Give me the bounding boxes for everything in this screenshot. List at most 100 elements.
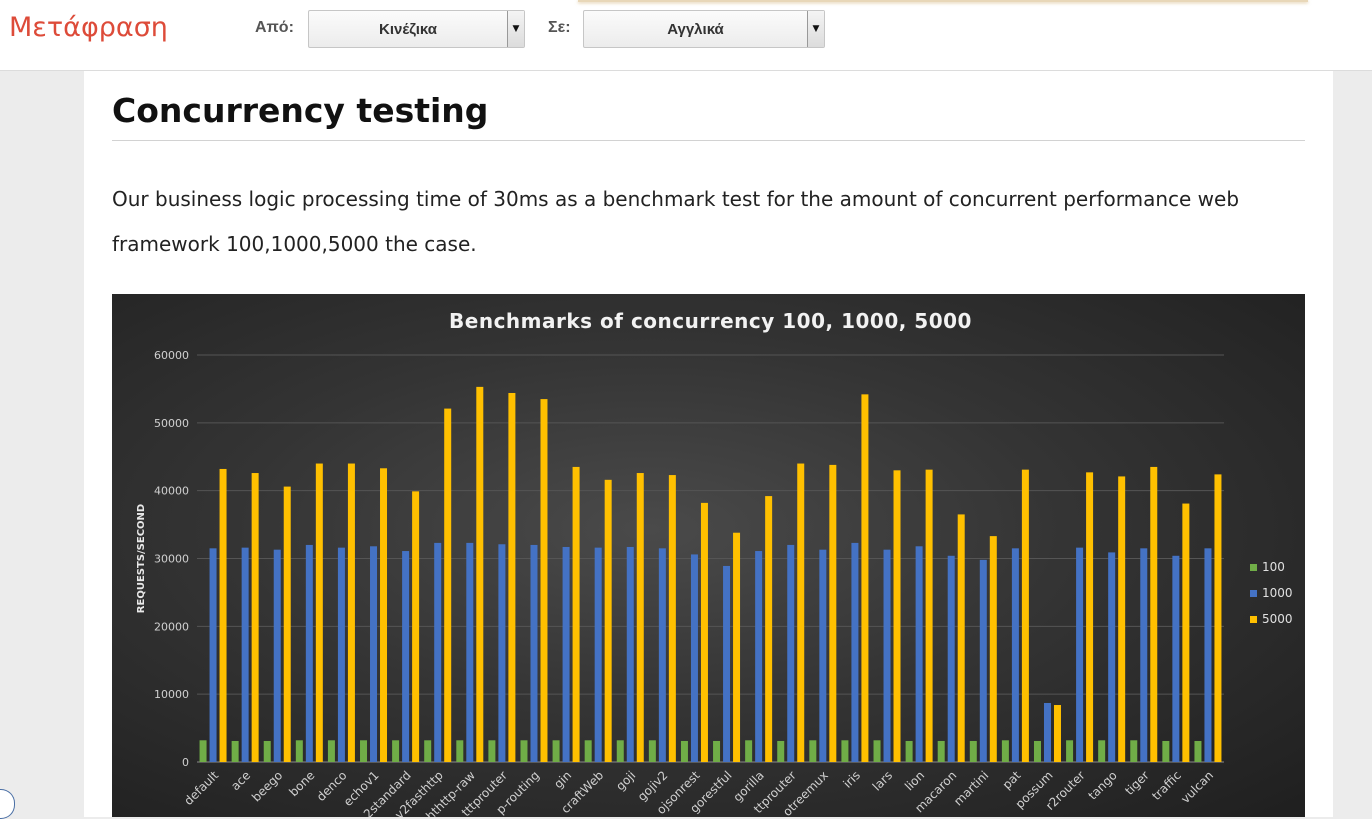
article-paragraph: Our business logic processing time of 30… [112, 187, 1240, 256]
chart-title: Benchmarks of concurrency 100, 1000, 500… [449, 309, 972, 333]
bar-100-lars [873, 740, 881, 762]
bar-5000-httptreemux [829, 464, 837, 762]
x-tick-label: bone [286, 768, 317, 799]
bar-1000-martini [979, 559, 987, 762]
bar-100-vulcan [1194, 740, 1202, 762]
legend-label: 100 [1262, 560, 1285, 574]
bar-100-traffic [1162, 740, 1170, 762]
bar-100-gojsonrest [680, 740, 688, 762]
bar-5000-possum [1053, 705, 1061, 762]
legend-swatch-1000 [1250, 590, 1257, 597]
bar-1000-gojsonrest [690, 554, 698, 762]
bar-1000-echov2fasthttp [434, 542, 442, 762]
bar-5000-r2router [1086, 472, 1094, 762]
bar-100-bone [295, 740, 303, 762]
bar-100-fasthttprouter [488, 740, 496, 762]
y-tick-label: 10000 [154, 688, 189, 701]
bar-100-echov2fasthttp [424, 740, 432, 762]
bar-100-pat [1001, 740, 1009, 762]
bar-100-martini [969, 740, 977, 762]
bar-5000-macaron [957, 514, 965, 762]
y-tick-label: 0 [182, 756, 189, 769]
bar-5000-lars [893, 470, 901, 762]
bar-1000-fasthttp-routing [530, 544, 538, 762]
x-tick-label: ace [228, 768, 253, 793]
bar-1000-echov2standard [402, 551, 410, 762]
article-content: Concurrency testing Our business logic p… [84, 71, 1333, 817]
bar-5000-ace [251, 473, 259, 762]
bar-5000-lion [925, 469, 933, 762]
bar-1000-beego [273, 549, 281, 762]
bar-100-httprouter [777, 740, 785, 762]
bar-5000-vulcan [1214, 474, 1222, 762]
side-handle[interactable] [0, 789, 15, 819]
chart-canvas: Benchmarks of concurrency 100, 1000, 500… [136, 309, 1293, 817]
bar-100-httptreemux [809, 740, 817, 762]
bar-5000-bone [315, 463, 323, 762]
bar-5000-traffic [1182, 503, 1190, 762]
y-axis-label: REQUESTS/SECOND [136, 504, 147, 613]
x-tick-label: default [181, 768, 221, 808]
bar-5000-martini [989, 536, 997, 762]
bar-5000-fasthttp-raw [476, 386, 484, 762]
benchmark-chart: Benchmarks of concurrency 100, 1000, 500… [112, 294, 1305, 817]
bar-5000-echov2standard [412, 491, 420, 762]
bar-5000-tango [1118, 476, 1126, 762]
from-label: Από: [255, 19, 294, 36]
bar-100-tiger [1130, 740, 1138, 762]
bar-100-denco [327, 740, 335, 762]
bar-1000-r2router [1076, 547, 1084, 762]
x-tick-label: iris [841, 768, 864, 791]
y-tick-label: 60000 [154, 349, 189, 362]
bar-5000-default [219, 468, 227, 762]
bar-5000-goji [636, 473, 644, 762]
bar-1000-lars [883, 549, 891, 762]
bar-5000-echov2fasthttp [444, 408, 452, 762]
translate-toolbar: Μετάφραση Από: Κινέζικα ▼ Σε: Αγγλικά ▼ [0, 0, 1372, 71]
bar-100-ace [231, 740, 239, 762]
y-tick-label: 30000 [154, 553, 189, 566]
bar-5000-iris [861, 394, 869, 762]
legend-swatch-5000 [1250, 616, 1257, 623]
bar-5000-tiger [1150, 466, 1158, 762]
chevron-down-icon[interactable]: ▼ [807, 11, 824, 47]
bar-100-tango [1098, 740, 1106, 762]
bar-1000-lion [915, 546, 923, 762]
legend-label: 5000 [1262, 612, 1293, 626]
to-label: Σε: [548, 19, 571, 36]
bar-100-gin [552, 740, 560, 762]
bar-1000-gorilla [755, 551, 763, 762]
page-title: Concurrency testing [112, 91, 1305, 141]
bar-100-gorilla [745, 740, 753, 762]
bar-1000-macaron [947, 555, 955, 762]
bar-5000-gorestful [733, 532, 741, 762]
bar-1000-gojiv2 [658, 548, 666, 762]
bar-100-fasthttp-raw [456, 740, 464, 762]
bar-5000-gocraftWeb [604, 479, 612, 762]
bar-1000-fasthttprouter [498, 544, 506, 762]
to-language-select[interactable]: Αγγλικά ▼ [583, 10, 825, 48]
y-tick-label: 40000 [154, 485, 189, 498]
x-tick-label: lars [870, 768, 895, 793]
bar-5000-gorilla [765, 496, 773, 762]
from-language-value: Κινέζικα [379, 21, 437, 38]
bar-100-r2router [1066, 740, 1074, 762]
bar-5000-gojiv2 [668, 475, 676, 762]
bar-1000-bone [305, 544, 313, 762]
bar-100-lion [905, 740, 913, 762]
bar-1000-gin [562, 546, 570, 762]
bar-5000-gojsonrest [700, 502, 708, 762]
x-tick-label: beego [249, 768, 285, 804]
bar-1000-iris [851, 542, 859, 762]
x-tick-label: goji [613, 768, 638, 793]
bar-100-iris [841, 740, 849, 762]
from-language-select[interactable]: Κινέζικα ▼ [308, 10, 525, 48]
bar-1000-traffic [1172, 555, 1180, 762]
chevron-down-icon[interactable]: ▼ [507, 11, 524, 47]
bar-1000-httprouter [787, 544, 795, 762]
x-tick-label: tiger [1122, 768, 1152, 798]
bar-100-echov1 [360, 740, 368, 762]
translate-brand[interactable]: Μετάφραση [9, 12, 168, 43]
bar-1000-pat [1011, 548, 1019, 762]
bar-1000-echov1 [370, 546, 378, 762]
